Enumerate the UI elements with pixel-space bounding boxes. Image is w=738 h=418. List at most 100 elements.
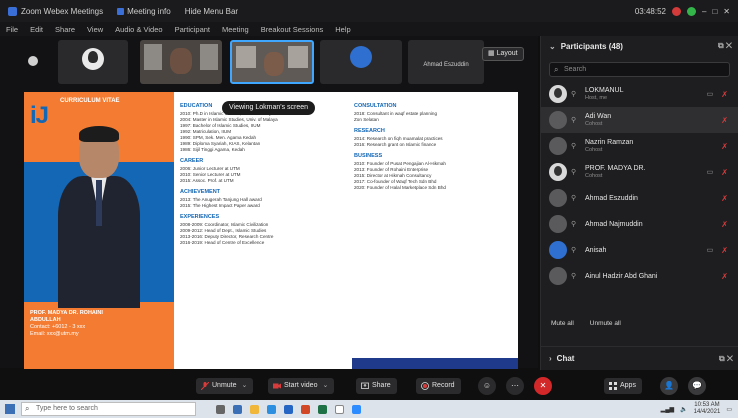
menu-edit[interactable]: Edit — [30, 25, 43, 34]
menu-bar: File Edit Share View Audio & Video Parti… — [0, 22, 738, 36]
panel-options-icon[interactable]: ⧉ ✕ — [719, 354, 738, 364]
start-video-button[interactable]: Start video ⌄ — [268, 378, 335, 394]
video-thumbnail-2[interactable] — [140, 40, 222, 84]
menu-participant[interactable]: Participant — [175, 25, 210, 34]
app-icon — [8, 6, 17, 16]
participant-name: Ahmad Eszuddin — [585, 194, 638, 202]
record-button[interactable]: Record — [416, 378, 461, 394]
microphone-muted-icon[interactable]: ✗ — [721, 272, 728, 281]
participant-row[interactable]: ⚲ Adi Wan Cohost ✗ — [541, 107, 738, 133]
hide-menu-bar-button[interactable]: Hide Menu Bar — [185, 7, 238, 16]
cv-line: 2020: Founder of Halal Marketplace Sdn B… — [354, 185, 446, 190]
chat-toggle-icon[interactable]: 💬 — [688, 377, 706, 395]
participant-row[interactable]: ⚲ Ainul Hadzir Abd Ghani ✗ — [541, 263, 738, 289]
network-icon[interactable]: ▂▄▆ — [661, 406, 674, 413]
minimize-button[interactable]: – — [702, 7, 706, 16]
maximize-button[interactable]: □ — [712, 7, 717, 16]
task-view-icon[interactable] — [216, 404, 225, 414]
file-explorer-icon[interactable] — [250, 404, 259, 414]
leave-meeting-button[interactable]: ✕ — [534, 377, 552, 395]
logo: iJ — [30, 102, 49, 129]
participant-row[interactable]: ⚲ Ahmad Najmuddin ✗ — [541, 211, 738, 237]
cv-section-heading: EXPERIENCES — [180, 214, 220, 220]
menu-share[interactable]: Share — [55, 25, 75, 34]
video-status-icon: ▭ — [706, 247, 714, 254]
menu-help[interactable]: Help — [335, 25, 350, 34]
avatar — [549, 111, 567, 129]
participants-title: Participants (48) — [560, 41, 623, 51]
chevron-down-icon[interactable]: ⌄ — [549, 42, 556, 51]
info-icon — [117, 7, 125, 15]
participant-row[interactable]: ⚲ PROF. MADYA DR. Cohost ▭ ✗ — [541, 159, 738, 185]
windows-taskbar: Type here to search ▂▄▆ 🔈 10:53 AM 14/4/… — [0, 400, 738, 418]
chat-title: Chat — [556, 354, 575, 363]
device-icon: ⚲ — [571, 91, 577, 98]
chrome-icon[interactable] — [335, 404, 344, 414]
participants-toggle-icon[interactable]: 👤 — [660, 377, 678, 395]
cv-line: 2015: The Highest Impact Paper award — [180, 203, 260, 208]
video-thumbnail-4[interactable] — [320, 40, 402, 84]
participants-header[interactable]: ⌄ Participants (48) ⧉ ✕ — [541, 36, 738, 56]
participant-row[interactable]: ⚲ LOKMANUL Host, me ▭ ✗ — [541, 81, 738, 107]
panel-options-icon[interactable]: ⧉ ✕ — [718, 41, 738, 51]
clock-readout: 03:48:52 — [634, 6, 666, 16]
microphone-muted-icon[interactable]: ✗ — [721, 142, 728, 151]
menu-view[interactable]: View — [87, 25, 103, 34]
cv-caption: CURRICULUM VITAE — [60, 98, 120, 104]
cv-section-heading: CAREER — [180, 158, 204, 164]
apps-button[interactable]: Apps — [604, 378, 642, 394]
cv-section-heading: CONSULTATION — [354, 103, 397, 109]
participant-row[interactable]: ⚲ Ahmad Eszuddin ✗ — [541, 185, 738, 211]
avatar — [549, 189, 567, 207]
avatar — [82, 48, 104, 70]
cv-line: 2016: Research grant on Islamic finance — [354, 142, 437, 147]
menu-breakout[interactable]: Breakout Sessions — [261, 25, 324, 34]
excel-icon[interactable] — [318, 404, 327, 414]
microphone-muted-icon[interactable]: ✗ — [721, 90, 728, 99]
windows-start-icon[interactable] — [5, 404, 15, 414]
reactions-icon[interactable]: ☺ — [478, 377, 496, 395]
unmute-all-button[interactable]: Unmute all — [590, 320, 621, 327]
edge-icon[interactable] — [233, 404, 242, 414]
share-button[interactable]: Share — [356, 378, 397, 394]
participant-name: Nazrin Ramzan — [585, 139, 634, 146]
close-button[interactable]: ✕ — [723, 7, 730, 16]
chevron-right-icon[interactable]: › — [549, 354, 552, 363]
microphone-muted-icon[interactable]: ✗ — [721, 168, 728, 177]
volume-icon[interactable]: 🔈 — [680, 406, 687, 413]
participant-row[interactable]: ⚲ Anisah ▭ ✗ — [541, 237, 738, 263]
participant-name: PROF. MADYA DR. — [585, 165, 646, 172]
viewing-screen-tooltip: Viewing Lokman's screen — [222, 101, 316, 115]
cv-left-panel: iJ CURRICULUM VITAE PROF. MADYA DR. ROHA… — [24, 92, 174, 369]
store-icon[interactable] — [267, 404, 276, 414]
avatar — [549, 85, 567, 103]
microphone-muted-icon[interactable]: ✗ — [721, 194, 728, 203]
more-options-icon[interactable]: ⋯ — [506, 377, 524, 395]
participant-search-input[interactable]: Search — [549, 62, 730, 77]
clock[interactable]: 10:53 AM 14/4/2021 — [694, 402, 721, 416]
app-title: Zoom Webex Meetings — [21, 6, 104, 16]
microphone-muted-icon[interactable]: ✗ — [721, 220, 728, 229]
menu-audio-video[interactable]: Audio & Video — [115, 25, 162, 34]
chat-panel-header[interactable]: › Chat ⧉ ✕ — [541, 346, 738, 370]
menu-file[interactable]: File — [6, 25, 18, 34]
mute-all-button[interactable]: Mute all — [551, 320, 574, 327]
notifications-icon[interactable]: ▭ — [726, 406, 732, 413]
taskbar-search-input[interactable]: Type here to search — [21, 402, 196, 416]
video-off-icon — [273, 383, 281, 389]
menu-meeting[interactable]: Meeting — [222, 25, 249, 34]
apps-grid-icon — [609, 382, 617, 390]
participant-row[interactable]: ⚲ Nazrin Ramzan Cohost ✗ — [541, 133, 738, 159]
video-thumbnail-1[interactable] — [58, 40, 128, 84]
layout-button[interactable]: ▦ Layout — [482, 47, 524, 61]
microphone-muted-icon[interactable]: ✗ — [721, 246, 728, 255]
word-icon[interactable] — [284, 404, 293, 414]
video-thumbnail-active-speaker[interactable] — [230, 40, 314, 84]
powerpoint-icon[interactable] — [301, 404, 310, 414]
video-thumbnail-5[interactable]: Ahmad Eszuddin — [408, 40, 484, 84]
unmute-button[interactable]: Unmute ⌄ — [196, 378, 254, 394]
meeting-info-button[interactable]: Meeting info — [117, 7, 171, 16]
webex-taskbar-icon[interactable] — [352, 404, 361, 414]
microphone-muted-icon[interactable]: ✗ — [721, 116, 728, 125]
share-icon — [361, 382, 369, 389]
